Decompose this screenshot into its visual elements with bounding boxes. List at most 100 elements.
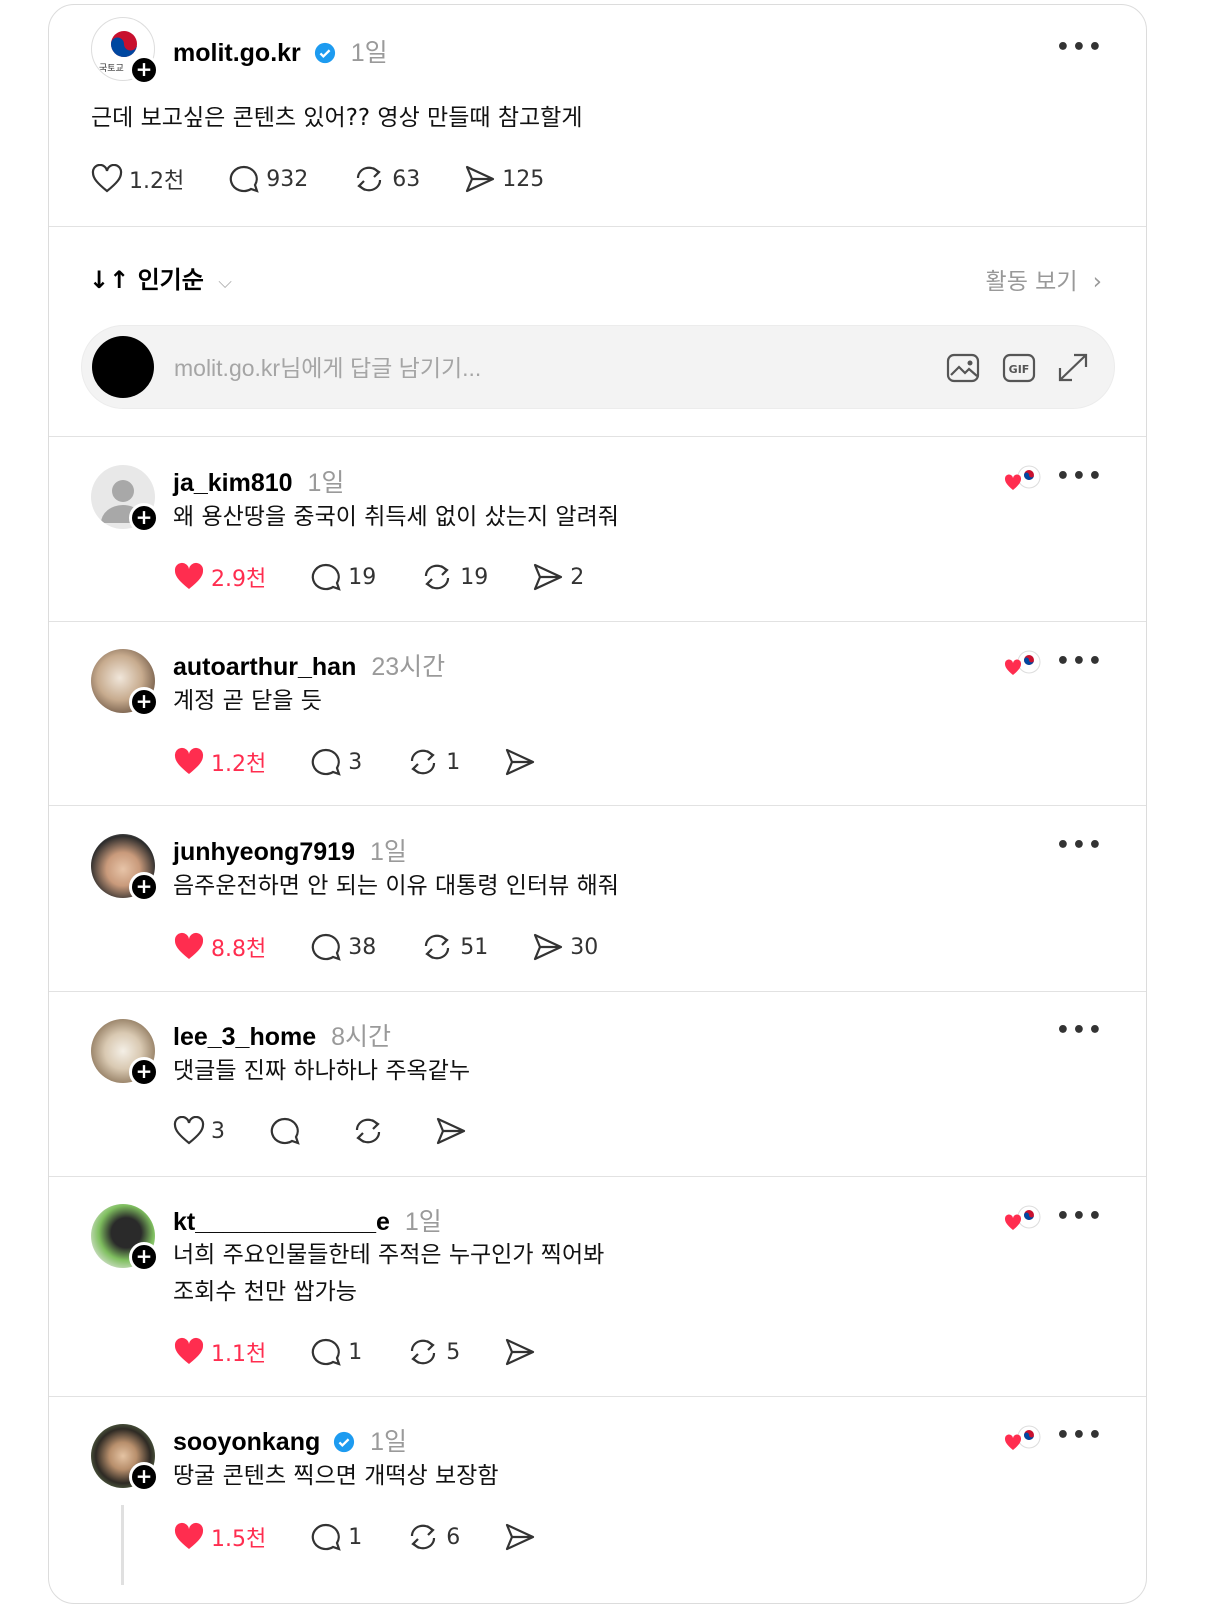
share-button[interactable]: [504, 1522, 542, 1552]
more-icon[interactable]: •••: [1056, 1018, 1104, 1043]
divider: [49, 805, 1146, 806]
share-button[interactable]: [504, 1337, 542, 1367]
username[interactable]: molit.go.kr: [173, 39, 301, 67]
reply-button[interactable]: 932: [228, 164, 308, 194]
share-count: 2: [570, 564, 585, 590]
chevron-right-icon: ›: [1092, 269, 1102, 295]
comment-icon: [311, 1338, 341, 1366]
like-button[interactable]: 1.5천: [173, 1521, 266, 1553]
reply-button[interactable]: 1: [310, 1522, 362, 1552]
more-icon[interactable]: •••: [1056, 35, 1104, 60]
share-button[interactable]: [504, 747, 542, 777]
like-count: 3: [211, 1118, 225, 1144]
heart-icon: [91, 164, 123, 193]
share-count: 30: [570, 934, 599, 960]
avatar[interactable]: +: [91, 1204, 159, 1272]
like-button[interactable]: 1.2천: [91, 163, 184, 195]
repost-button[interactable]: 5: [406, 1337, 460, 1367]
reply-button[interactable]: 19: [310, 562, 376, 592]
follow-plus-icon[interactable]: +: [129, 55, 159, 85]
sort-arrows-icon: ↓↑: [89, 266, 130, 294]
share-button[interactable]: [435, 1116, 473, 1146]
repost-button[interactable]: 63: [352, 164, 420, 194]
comment-icon: [311, 933, 341, 961]
avatar[interactable]: +: [91, 465, 159, 533]
username[interactable]: lee_3_home: [173, 1023, 316, 1051]
reply-count: 38: [348, 934, 377, 960]
more-icon[interactable]: •••: [1056, 833, 1104, 858]
repost-count: 51: [460, 934, 489, 960]
repost-button[interactable]: 6: [406, 1522, 460, 1552]
reply-actions: 2.9천 19 19 2: [173, 561, 628, 593]
like-button[interactable]: 1.1천: [173, 1336, 266, 1368]
share-button[interactable]: 2: [532, 562, 584, 592]
reply-button[interactable]: 3: [310, 747, 362, 777]
follow-plus-icon[interactable]: +: [129, 503, 159, 533]
reply-author: autoarthur_han 23시간: [173, 647, 445, 683]
avatar[interactable]: 국토교 +: [91, 17, 159, 85]
reply-button[interactable]: 1: [310, 1337, 362, 1367]
reply-input[interactable]: [174, 350, 814, 386]
username[interactable]: autoarthur_han: [173, 653, 356, 681]
reply-count: 3: [348, 749, 363, 775]
repost-icon: [425, 564, 450, 590]
like-button[interactable]: 1.2천: [173, 746, 266, 778]
reply-text: 계정 곧 닫을 듯: [173, 688, 322, 714]
reply-time: 1일: [370, 1428, 408, 1456]
send-icon: [506, 748, 535, 776]
follow-plus-icon[interactable]: +: [129, 1242, 159, 1272]
comment-icon: [311, 1523, 341, 1551]
follow-plus-icon[interactable]: +: [129, 687, 159, 717]
avatar[interactable]: +: [91, 649, 159, 717]
like-count: 1.2천: [129, 169, 185, 194]
reply-text: 왜 용산땅을 중국이 취득세 없이 샀는지 알려줘: [173, 504, 619, 530]
reply-button[interactable]: [269, 1116, 307, 1146]
reply-author: junhyeong7919 1일: [173, 832, 407, 868]
follow-plus-icon[interactable]: +: [129, 872, 159, 902]
username[interactable]: kt_____________e: [173, 1208, 390, 1236]
verified-badge-icon: [334, 1431, 355, 1453]
heart-filled-icon: [174, 1522, 204, 1549]
avatar[interactable]: +: [91, 834, 159, 902]
my-avatar: [92, 336, 154, 398]
author-liked-icon: [1004, 465, 1041, 490]
expand-icon[interactable]: [1056, 352, 1090, 384]
gif-icon[interactable]: GIF: [1002, 352, 1036, 384]
send-icon: [506, 1338, 535, 1366]
reply-text: 너희 주요인물들한테 주적은 누구인가 찍어봐: [173, 1242, 605, 1268]
send-icon: [466, 165, 495, 193]
author-liked-icon: [1004, 650, 1041, 675]
more-icon[interactable]: •••: [1056, 1423, 1104, 1448]
share-button[interactable]: 30: [532, 932, 598, 962]
comment-icon: [311, 748, 341, 776]
follow-plus-icon[interactable]: +: [129, 1462, 159, 1492]
post-text: 근데 보고싶은 콘텐츠 있어?? 영상 만들때 참고할게: [91, 105, 583, 131]
sort-dropdown[interactable]: ↓↑ 인기순 ⌵: [89, 260, 232, 295]
username[interactable]: ja_kim810: [173, 469, 293, 497]
avatar[interactable]: +: [91, 1019, 159, 1087]
repost-icon: [411, 1339, 436, 1365]
image-icon[interactable]: [946, 352, 980, 384]
heart-filled-icon: [174, 747, 204, 774]
like-button[interactable]: 2.9천: [173, 561, 266, 593]
view-activity-link[interactable]: 활동 보기 ›: [986, 262, 1102, 296]
reply-actions: 3: [173, 1116, 517, 1146]
repost-button[interactable]: [351, 1116, 391, 1146]
reply-text: 댓글들 진짜 하나하나 주옥같누: [173, 1058, 471, 1084]
more-icon[interactable]: •••: [1056, 464, 1104, 489]
username[interactable]: sooyonkang: [173, 1428, 320, 1456]
avatar[interactable]: +: [91, 1424, 159, 1492]
like-button[interactable]: 8.8천: [173, 931, 266, 963]
reply-count: 19: [348, 564, 377, 590]
repost-button[interactable]: 51: [420, 932, 488, 962]
username[interactable]: junhyeong7919: [173, 838, 355, 866]
more-icon[interactable]: •••: [1056, 1204, 1104, 1229]
follow-plus-icon[interactable]: +: [129, 1057, 159, 1087]
more-icon[interactable]: •••: [1056, 649, 1104, 674]
reply-button[interactable]: 38: [310, 932, 376, 962]
repost-button[interactable]: 19: [420, 562, 488, 592]
repost-button[interactable]: 1: [406, 747, 460, 777]
like-button[interactable]: 3: [173, 1116, 225, 1146]
share-button[interactable]: 125: [464, 164, 544, 194]
reply-count: 1: [348, 1524, 363, 1550]
